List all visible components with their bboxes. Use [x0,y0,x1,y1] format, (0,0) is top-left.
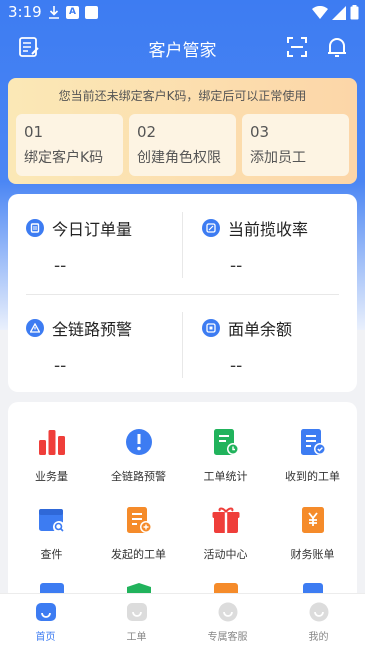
stat-collection-rate[interactable]: 当前揽收率 -- [202,216,362,276]
tab-profile[interactable]: 我的 [273,602,364,643]
battery-icon [350,5,359,20]
signal-icon [332,5,346,20]
menu-label: 查件 [40,548,63,561]
tab-label: 专属客服 [207,632,248,643]
home-icon [35,603,56,621]
percent-icon [202,219,220,237]
app-a-icon: A [66,5,79,19]
step-label: 绑定客户K码 [24,150,104,166]
profile-icon [309,602,328,622]
menu-business-volume[interactable]: 业务量 [8,426,95,484]
divider [182,212,183,278]
warning-icon [26,319,44,337]
tab-tickets[interactable]: 工单 [91,602,182,643]
menu-label: 工单统计 [203,470,248,483]
app-header: 客户管家 [0,26,365,70]
page-title: 客户管家 [148,41,217,61]
stat-name: 面单余额 [228,320,293,339]
alert-shield-icon [123,426,155,458]
step-number: 03 [250,123,270,141]
tab-label: 我的 [308,632,329,643]
step-create-role[interactable]: 02 创建角色权限 [129,114,236,176]
menu-finance-bill[interactable]: 财务账单 [269,504,356,562]
menu-activity-center[interactable]: 活动中心 [182,504,269,562]
tab-customer-service[interactable]: 专属客服 [182,602,273,643]
menu-chain-warning[interactable]: 全链路预警 [95,426,182,484]
stat-name: 全链路预警 [52,320,133,339]
tab-label: 首页 [35,632,56,643]
notice-message: 您当前还未绑定客户K码，绑定后可以正常使用 [58,89,307,103]
stat-waybill-balance[interactable]: 面单余额 -- [202,316,362,376]
bottom-tab-bar: 首页 工单 专属客服 我的 [0,593,365,650]
gift-icon [210,504,242,536]
download-icon [49,6,59,19]
order-icon [26,219,44,237]
status-system-icons [312,5,359,20]
stat-value: -- [54,356,67,376]
stat-today-orders[interactable]: 今日订单量 -- [26,216,186,276]
menu-received-tickets[interactable]: 收到的工单 [269,426,356,484]
app-square-icon [85,5,98,19]
stat-value: -- [230,356,243,376]
step-add-staff[interactable]: 03 添加员工 [242,114,349,176]
wifi-icon [312,5,328,19]
create-ticket-icon [123,504,155,536]
menu-ticket-stats[interactable]: 工单统计 [182,426,269,484]
tab-label: 工单 [126,632,147,643]
menu-label: 发起的工单 [111,548,166,561]
stats-card: 今日订单量 -- 当前揽收率 -- 全链路预警 -- 面单余额 -- [8,194,357,392]
binding-notice-card: 您当前还未绑定客户K码，绑定后可以正常使用 01 绑定客户K码 02 创建角色权… [8,78,357,184]
scan-icon [287,37,307,57]
service-icon [218,602,237,622]
status-notification-icons: A [48,5,98,19]
stat-value: -- [230,256,243,276]
ticket-icon [126,603,147,621]
menu-label: 全链路预警 [111,470,166,483]
step-number: 01 [24,123,44,141]
balance-icon [202,319,220,337]
bell-icon [328,38,346,57]
menu-label: 财务账单 [290,548,335,561]
menu-created-tickets[interactable]: 发起的工单 [95,504,182,562]
menu-track-parcel[interactable]: 查件 [8,504,95,562]
finance-bill-icon [297,504,329,536]
ticket-stats-icon [210,426,242,458]
stat-name: 当前揽收率 [228,220,309,239]
stat-chain-warning[interactable]: 全链路预警 -- [26,316,186,376]
menu-label: 业务量 [35,470,68,483]
status-bar: 3:19 A [0,0,365,26]
divider [182,312,183,378]
step-label: 添加员工 [250,150,306,166]
status-time: 3:19 [8,3,42,21]
menu-label: 活动中心 [203,548,248,561]
stat-name: 今日订单量 [52,220,133,239]
tab-home[interactable]: 首页 [0,602,91,643]
search-parcel-icon [36,504,68,536]
notification-button[interactable] [324,34,350,60]
received-ticket-icon [297,426,329,458]
step-number: 02 [137,123,157,141]
step-label: 创建角色权限 [137,150,221,166]
bar-chart-icon [36,426,68,458]
feature-grid: 业务量 全链路预警 工单统计 收到的工单 查件 发起的工单 活动中心 财务账单 [8,402,357,602]
scan-button[interactable] [284,34,310,60]
stat-value: -- [54,256,67,276]
divider [26,294,339,295]
step-bind-kcode[interactable]: 01 绑定客户K码 [16,114,123,176]
menu-label: 收到的工单 [285,470,340,483]
